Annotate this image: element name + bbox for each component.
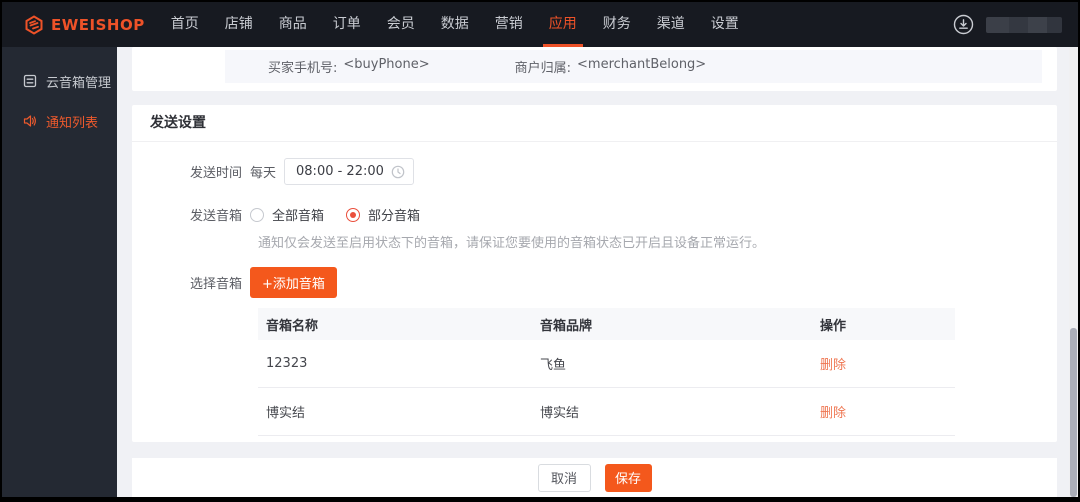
save-button[interactable]: 保存 (604, 463, 652, 492)
scrollbar-track[interactable] (1069, 47, 1078, 497)
add-speaker-button[interactable]: +添加音箱 (250, 267, 337, 298)
nav-item-channels[interactable]: 渠道 (648, 2, 694, 47)
sidebar-item-notice-list[interactable]: 通知列表 (2, 101, 117, 141)
buyer-phone-field: 买家手机号: <buyPhone> (268, 57, 430, 76)
send-speaker-label: 发送音箱 (189, 209, 242, 224)
send-time-label: 发送时间 (189, 166, 242, 181)
radio-all-label: 全部音箱 (272, 209, 325, 224)
nav-item-apps[interactable]: 应用 (540, 2, 586, 47)
send-settings-card: 发送设置 发送时间 每天 08:00 - 22:00 发送音箱 全部音箱 部分音… (132, 105, 1057, 442)
buyer-phone-value: <buyPhone> (343, 57, 430, 72)
speaker-brand: 飞鱼 (540, 358, 567, 373)
user-name-redacted[interactable] (986, 16, 1062, 33)
table-row: 博实结 博实结 删除 (258, 388, 955, 436)
logo[interactable]: EWEISHOP (24, 14, 145, 35)
col-header-name: 音箱名称 (266, 318, 319, 334)
nav-item-goods[interactable]: 商品 (270, 2, 316, 47)
cancel-button[interactable]: 取消 (537, 463, 591, 492)
main-content: 买家手机号: <buyPhone> 商户归属: <merchantBelong>… (117, 47, 1078, 497)
nav-item-data[interactable]: 数据 (432, 2, 478, 47)
merchant-belong-value: <merchantBelong> (577, 57, 707, 72)
notice-template-card: 买家手机号: <buyPhone> 商户归属: <merchantBelong> (132, 47, 1057, 91)
download-icon[interactable] (953, 14, 974, 35)
send-time-row: 发送时间 每天 08:00 - 22:00 (132, 158, 1057, 185)
sidebar-item-cloud-speaker-manage[interactable]: 云音箱管理 (2, 61, 117, 101)
select-speaker-row: 选择音箱 +添加音箱 (132, 267, 1057, 298)
delete-link[interactable]: 删除 (820, 358, 846, 373)
radio-all-speakers[interactable]: 全部音箱 (250, 205, 324, 224)
speaker-name: 博实结 (266, 406, 306, 421)
col-header-brand: 音箱品牌 (540, 318, 593, 334)
radio-partial-speakers[interactable]: 部分音箱 (346, 205, 420, 224)
eweishop-logo-icon (24, 14, 44, 35)
logo-text: EWEISHOP (51, 15, 145, 34)
send-speaker-help-text: 通知仅会发送至启用状态下的音箱，请保证您要使用的音箱状态已开启且设备正常运行。 (258, 236, 766, 251)
send-time-input[interactable]: 08:00 - 22:00 (284, 158, 415, 185)
select-speaker-label: 选择音箱 (189, 277, 242, 292)
nav-item-members[interactable]: 会员 (378, 2, 424, 47)
nav-item-home[interactable]: 首页 (162, 2, 208, 47)
app-window: EWEISHOP 首页 店铺 商品 订单 会员 数据 营销 应用 财务 渠道 设… (0, 0, 1080, 502)
send-speaker-row: 发送音箱 全部音箱 部分音箱 (132, 205, 1057, 224)
radio-partial-label: 部分音箱 (368, 209, 421, 224)
main-nav: 首页 店铺 商品 订单 会员 数据 营销 应用 财务 渠道 设置 (162, 2, 756, 47)
notice-template-fields: 买家手机号: <buyPhone> 商户归属: <merchantBelong> (225, 50, 1042, 83)
nav-item-settings[interactable]: 设置 (702, 2, 748, 47)
radio-unchecked-icon[interactable] (250, 207, 264, 222)
form-icon (23, 74, 37, 88)
scrollbar-thumb[interactable] (1070, 328, 1077, 497)
clock-icon (391, 165, 405, 178)
nav-item-finance[interactable]: 财务 (594, 2, 640, 47)
nav-item-marketing[interactable]: 营销 (486, 2, 532, 47)
footer-action-bar: 取消 保存 (132, 458, 1057, 497)
send-time-prefix: 每天 (250, 166, 277, 181)
speaker-brand: 博实结 (540, 406, 580, 421)
sidebar-item-label: 通知列表 (46, 115, 99, 131)
nav-item-shop[interactable]: 店铺 (216, 2, 262, 47)
send-settings-title: 发送设置 (132, 105, 1057, 142)
speaker-table: 音箱名称 音箱品牌 操作 12323 飞鱼 删除 博实结 博实结 删除 (258, 308, 955, 436)
top-nav-bar: EWEISHOP 首页 店铺 商品 订单 会员 数据 营销 应用 财务 渠道 设… (2, 2, 1078, 47)
col-header-action: 操作 (820, 318, 847, 334)
speaker-table-header: 音箱名称 音箱品牌 操作 (258, 308, 955, 340)
table-row: 12323 飞鱼 删除 (258, 340, 955, 388)
merchant-belong-field: 商户归属: <merchantBelong> (515, 57, 707, 76)
radio-checked-icon[interactable] (346, 207, 361, 222)
send-time-value: 08:00 - 22:00 (296, 164, 384, 179)
speaker-name: 12323 (266, 356, 308, 371)
topbar-right (953, 14, 1062, 35)
sidebar-item-label: 云音箱管理 (46, 75, 112, 91)
sidebar: 云音箱管理 通知列表 (2, 47, 117, 497)
speaker-icon (23, 114, 37, 128)
merchant-belong-label: 商户归属: (514, 61, 572, 76)
buyer-phone-label: 买家手机号: (268, 61, 338, 76)
nav-item-orders[interactable]: 订单 (324, 2, 370, 47)
delete-link[interactable]: 删除 (820, 406, 846, 421)
